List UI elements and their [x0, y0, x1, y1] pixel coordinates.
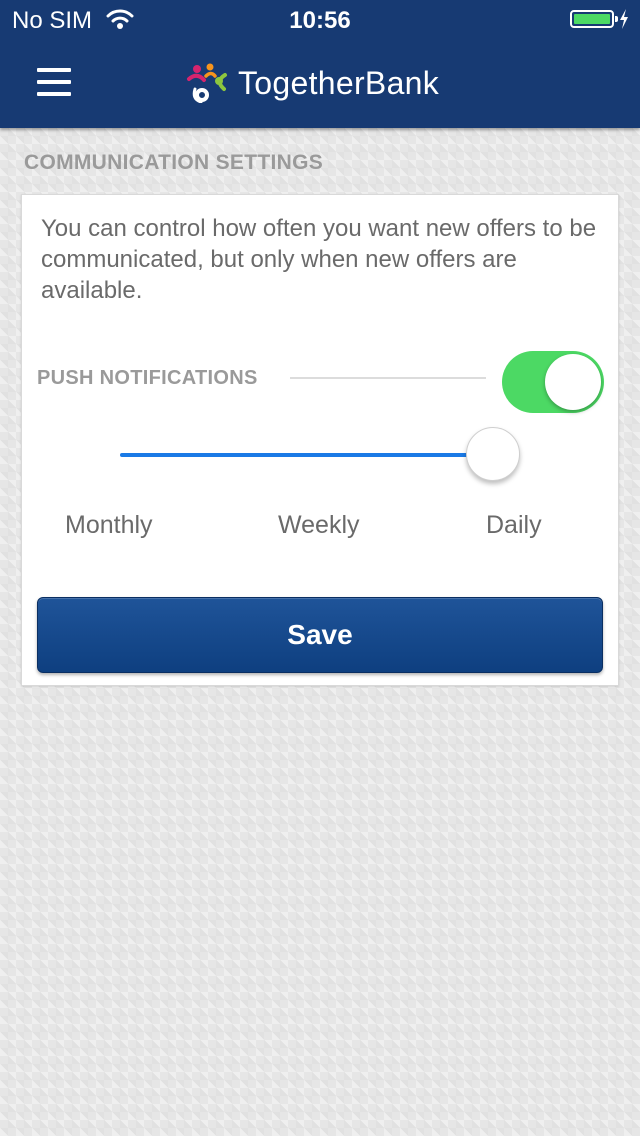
section-title: COMMUNICATION SETTINGS	[24, 151, 324, 174]
clock: 10:56	[289, 7, 351, 34]
status-bar: No SIM 10:56	[0, 0, 640, 40]
settings-card: You can control how often you want new o…	[21, 194, 619, 686]
menu-button[interactable]	[30, 64, 78, 104]
frequency-option-monthly[interactable]: Monthly	[65, 511, 153, 540]
frequency-option-weekly[interactable]: Weekly	[278, 511, 360, 540]
divider	[290, 377, 486, 379]
push-notifications-label: PUSH NOTIFICATIONS	[37, 367, 258, 389]
frequency-option-daily[interactable]: Daily	[486, 511, 542, 540]
battery-icon	[570, 10, 618, 28]
slider-thumb[interactable]	[466, 427, 520, 481]
people-logo-icon	[187, 63, 227, 103]
toggle-knob	[545, 354, 601, 410]
slider-track	[120, 453, 496, 457]
save-button[interactable]: Save	[37, 597, 603, 673]
brand-logo: TogetherBank	[186, 62, 439, 104]
charging-icon	[620, 9, 628, 29]
description-text: You can control how often you want new o…	[41, 215, 597, 304]
push-notifications-toggle[interactable]	[502, 351, 604, 413]
frequency-slider[interactable]	[120, 425, 524, 485]
brand-name: TogetherBank	[238, 64, 440, 101]
navigation-bar: No SIM 10:56 TogetherBank	[0, 0, 640, 128]
